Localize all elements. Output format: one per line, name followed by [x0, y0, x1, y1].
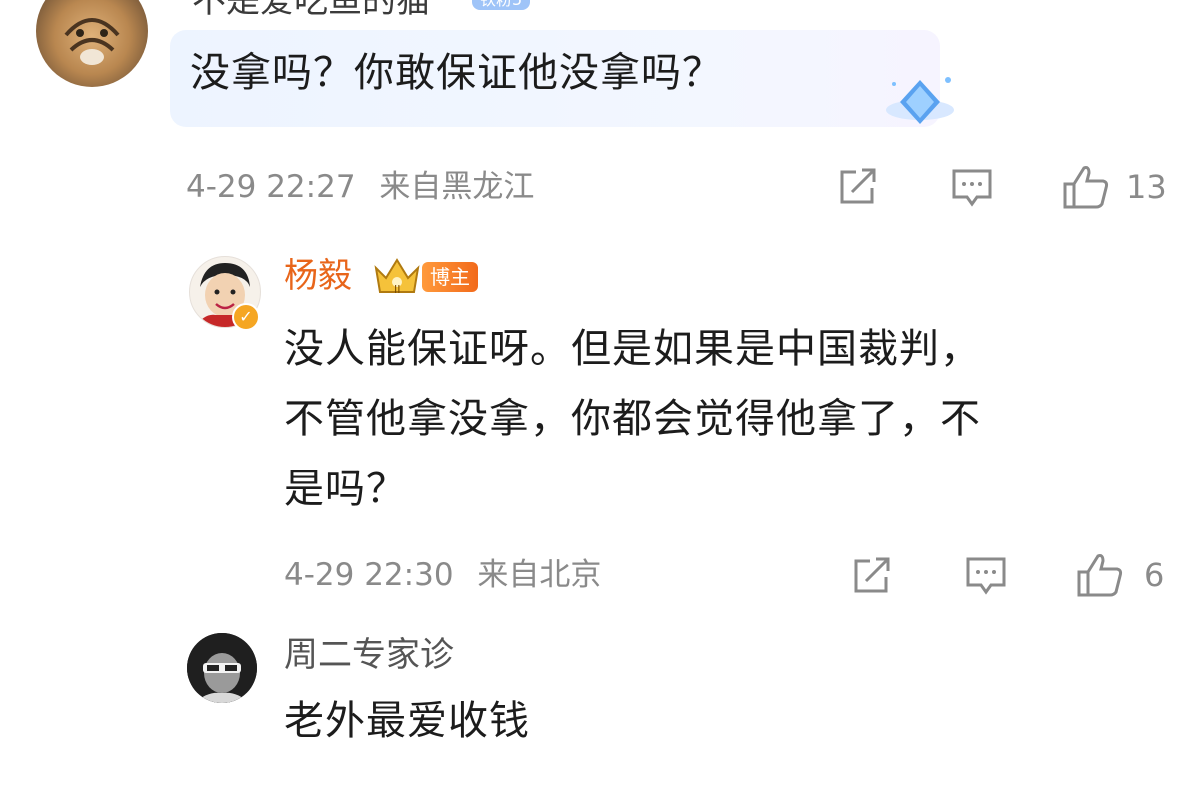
tiger-avatar-image: [64, 18, 120, 65]
share-button[interactable]: [838, 168, 878, 206]
like-icon: [1077, 554, 1123, 597]
avatar[interactable]: [36, 0, 148, 87]
comment-time: 4-29 22:30: [284, 557, 454, 593]
comment-author-name[interactable]: 周二专家诊: [284, 635, 454, 675]
comment-location: 来自北京: [477, 557, 602, 593]
comment-meta: 4-29 22:30 来自北京: [284, 555, 601, 595]
comment-text: 没人能保证呀。但是如果是中国裁判， 不管他拿没拿，你都会觉得他拿了，不 是吗？: [284, 314, 981, 524]
comment-text: 没拿吗？你敢保证他没拿吗？: [190, 50, 723, 96]
like-count: 13: [1126, 168, 1167, 206]
comment-meta: 4-29 22:27 来自黑龙江: [186, 167, 534, 207]
svg-text:II: II: [394, 283, 401, 296]
comment-icon: [952, 169, 992, 207]
comment-author-name[interactable]: 杨毅: [284, 256, 352, 296]
fan-badge: 铁粉5: [472, 0, 531, 10]
comment-icon: [966, 557, 1006, 595]
blogger-tag: 博主: [422, 262, 478, 292]
crown-icon: II: [372, 256, 422, 300]
comment-button[interactable]: [951, 168, 993, 208]
like-icon: [1063, 166, 1109, 209]
comment-text-line: 是吗？: [284, 466, 407, 512]
comment-text-line: 不管他拿没拿，你都会觉得他拿了，不: [284, 396, 981, 442]
comment-text-line: 没人能保证呀。但是如果是中国裁判，: [284, 326, 981, 372]
avatar[interactable]: [187, 633, 257, 703]
comment-time: 4-29 22:27: [186, 169, 356, 205]
like-count: 6: [1144, 556, 1165, 594]
like-button[interactable]: 13: [1062, 164, 1167, 210]
comment-text: 老外最爱收钱: [284, 698, 530, 744]
comment-location: 来自黑龙江: [379, 169, 535, 205]
like-button[interactable]: 6: [1076, 552, 1164, 598]
comment-button[interactable]: [965, 556, 1007, 596]
comment-author-name[interactable]: 不是爱吃鱼的猫: [192, 0, 430, 21]
verified-icon: ✓: [232, 303, 260, 331]
diamond-icon: [880, 70, 960, 134]
share-icon: [854, 557, 890, 593]
user-avatar-image: [187, 633, 257, 703]
share-button[interactable]: [852, 557, 892, 595]
share-icon: [840, 168, 876, 204]
